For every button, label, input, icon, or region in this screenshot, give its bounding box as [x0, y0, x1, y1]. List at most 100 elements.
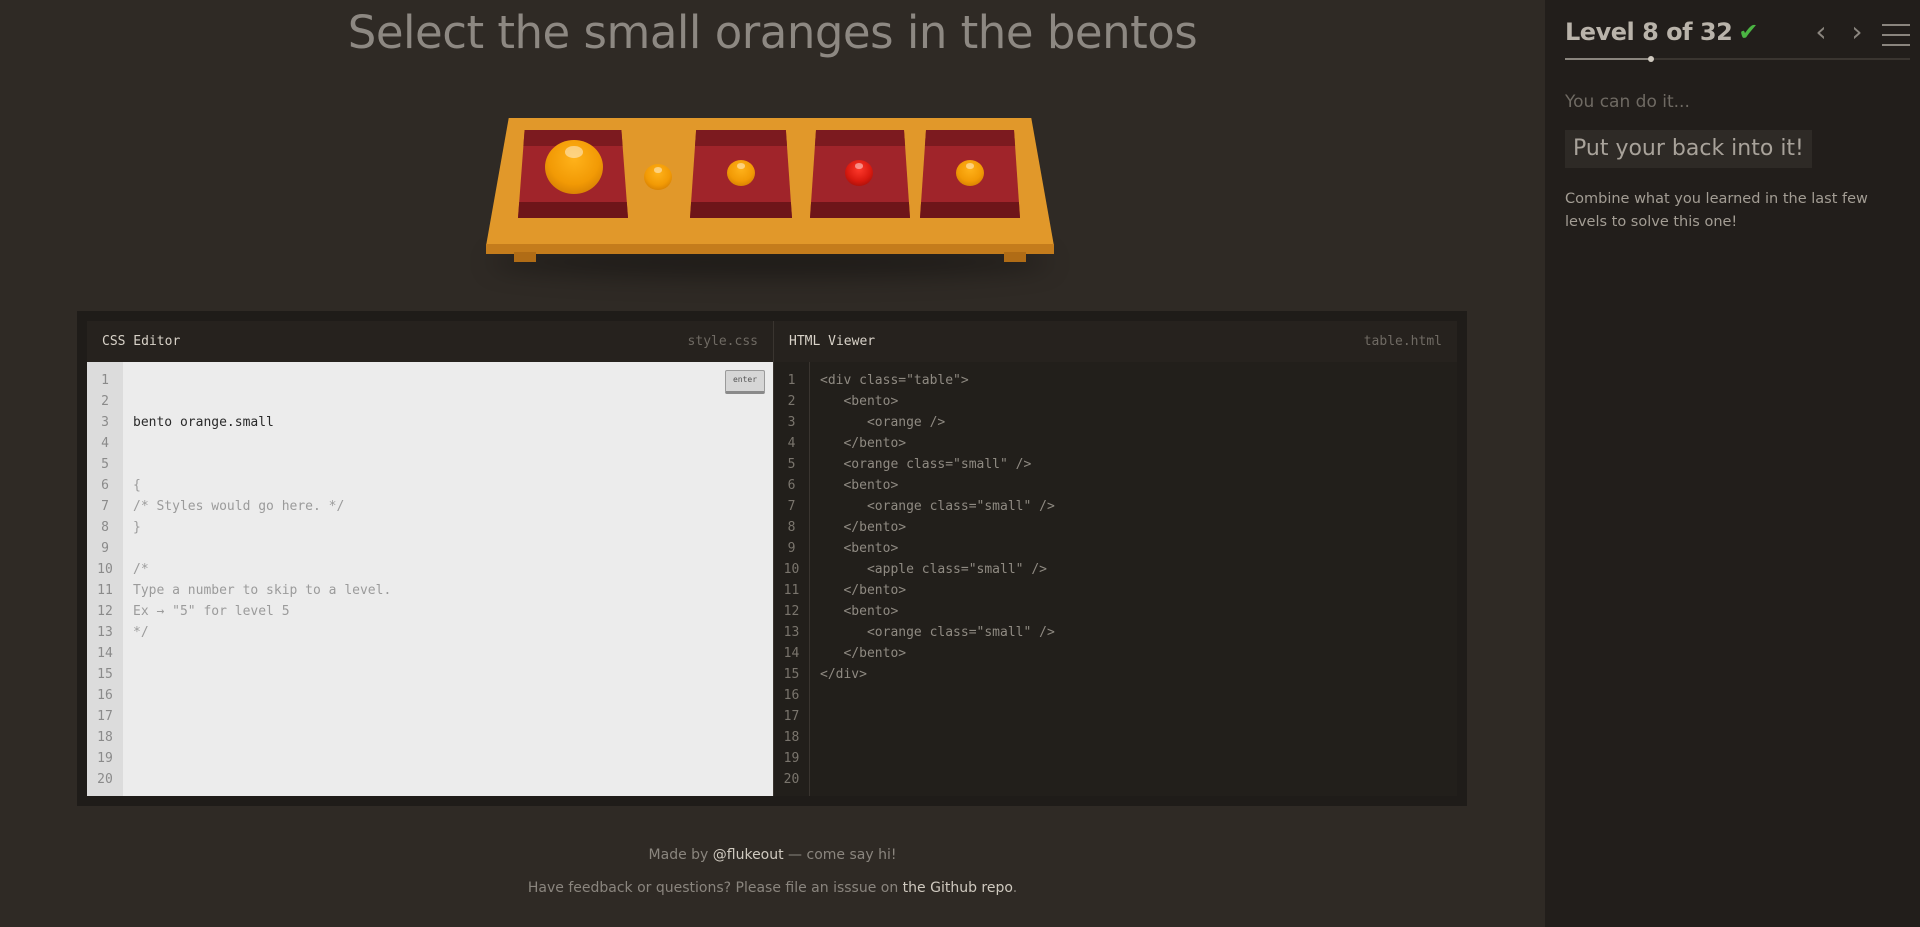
css-editor: CSS Editor style.css 1 2 3 4 5 6 7 8 9 10 11 12 13 14…	[87, 321, 773, 796]
sidebar: Level 8 of 32 ✔ ‹ › You can do it... Put …	[1545, 0, 1920, 927]
html-code-line[interactable]: <bento>	[820, 601, 1457, 622]
line-number: 6	[787, 478, 796, 493]
hamburger-menu-icon[interactable]	[1882, 24, 1910, 46]
css-code-line: }	[133, 520, 141, 535]
line-number: 18	[783, 730, 800, 745]
line-number: 12	[783, 604, 800, 619]
html-code-line[interactable]: <bento>	[820, 538, 1457, 559]
line-number: 20	[783, 772, 800, 787]
html-viewer-title: HTML Viewer	[789, 334, 876, 349]
line-number: 13	[783, 625, 800, 640]
line-number: 7	[787, 499, 796, 514]
level-nav: ‹ ›	[1810, 18, 1910, 48]
feedback-line: Have feedback or questions? Please file …	[0, 872, 1545, 905]
line-number: 7	[101, 499, 109, 514]
table-leg	[514, 252, 536, 262]
css-code-line: Ex → "5" for level 5	[133, 604, 290, 619]
html-code-line[interactable]: <orange />	[820, 412, 1457, 433]
html-code-line[interactable]: <orange class="small" />	[820, 496, 1457, 517]
html-viewer-header: HTML Viewer table.html	[774, 321, 1457, 362]
html-code-line[interactable]: <orange class="small" />	[820, 622, 1457, 643]
small-orange-fruit	[644, 164, 672, 190]
line-number: 6	[101, 478, 109, 493]
line-number: 17	[97, 709, 113, 724]
small-orange-fruit	[727, 160, 755, 186]
html-code-line[interactable]: </bento>	[820, 580, 1457, 601]
fruit-shine	[565, 146, 583, 159]
html-code-line[interactable]: </bento>	[820, 433, 1457, 454]
table-edge	[486, 244, 1054, 254]
line-number: 9	[101, 541, 109, 556]
line-number: 2	[787, 394, 796, 409]
feedback-prefix: Have feedback or questions? Please file …	[527, 880, 903, 896]
line-number: 10	[97, 562, 113, 577]
line-number: 3	[787, 415, 796, 430]
chevron-right-icon[interactable]: ›	[1846, 18, 1868, 48]
level-instruction: Select the small oranges in the bentos	[347, 6, 1198, 59]
html-code-line[interactable]: <div class="table">	[820, 370, 1457, 391]
line-number: 11	[783, 583, 800, 598]
level-progress-bar	[1565, 56, 1910, 62]
css-code-line: {	[133, 478, 141, 493]
line-number: 10	[783, 562, 800, 577]
line-number: 18	[97, 730, 113, 745]
html-code-line[interactable]: <bento>	[820, 391, 1457, 412]
line-number: 13	[97, 625, 113, 640]
line-number: 14	[97, 646, 113, 661]
html-code-line[interactable]: </bento>	[820, 517, 1457, 538]
html-code-area: <div class="table"> <bento> <orange /> <…	[810, 362, 1457, 796]
hint-lead: You can do it...	[1565, 92, 1690, 112]
feedback-suffix: .	[1012, 880, 1018, 896]
footer: Made by @flukeout — come say hi! Have fe…	[0, 839, 1545, 905]
line-number: 15	[97, 667, 113, 682]
chevron-left-icon[interactable]: ‹	[1810, 18, 1832, 48]
fruit-shine	[965, 163, 975, 169]
line-number: 1	[787, 373, 796, 388]
line-number: 1	[101, 373, 109, 388]
credit-prefix: Made by	[648, 847, 713, 863]
css-code-area: { /* Styles would go here. */} /* Type a nu…	[123, 362, 773, 796]
html-code-line[interactable]: </div>	[820, 664, 1457, 685]
html-code-line[interactable]: <apple class="small" />	[820, 559, 1457, 580]
checkmark-icon: ✔	[1738, 18, 1759, 46]
css-code-line: /* Styles would go here. */	[133, 499, 345, 514]
bento-table	[470, 112, 1070, 277]
html-code-line[interactable]: <orange class="small" />	[820, 454, 1457, 475]
enter-button[interactable]: enter	[725, 370, 765, 394]
line-number: 11	[97, 583, 113, 598]
level-description: Combine what you learned in the last few…	[1565, 191, 1868, 230]
css-filename: style.css	[687, 334, 758, 349]
fruit-shine	[854, 163, 864, 169]
css-code-line: */	[133, 625, 149, 640]
line-number: 8	[101, 520, 109, 535]
line-number: 15	[783, 667, 800, 682]
line-number: 19	[783, 751, 800, 766]
html-code-line[interactable]: </bento>	[820, 643, 1457, 664]
line-number: 8	[787, 520, 796, 535]
line-number: 20	[97, 772, 113, 787]
small-orange-fruit	[956, 160, 984, 186]
css-selector-input[interactable]	[133, 412, 693, 433]
orange-fruit	[545, 140, 603, 194]
css-code-line: /*	[133, 562, 149, 577]
game-area: Select the small oranges in the bentos C…	[0, 0, 1545, 927]
line-number: 4	[101, 436, 109, 451]
line-number: 17	[783, 709, 800, 724]
fruit-shine	[736, 163, 746, 169]
progress-fill	[1565, 58, 1652, 60]
github-repo-link[interactable]: the Github repo	[903, 880, 1013, 896]
css-line-numbers: 1 2 3 4 5 6 7 8 9 10 11 12 13 14 15 16 17 18 19 20	[87, 362, 123, 796]
line-number: 5	[787, 457, 796, 472]
line-number: 19	[97, 751, 113, 766]
level-header: Level 8 of 32 ✔ ‹ ›	[1565, 18, 1910, 62]
line-number: 14	[783, 646, 800, 661]
css-code-line	[133, 538, 773, 559]
flukeout-link[interactable]: @flukeout	[713, 847, 784, 863]
hint-title: Put your back into it!	[1565, 130, 1812, 168]
html-code-line[interactable]: <bento>	[820, 475, 1457, 496]
css-editor-header: CSS Editor style.css	[87, 321, 773, 362]
html-line-numbers: 1 2 3 4 5 6 7 8 9 10 11 12 13 14 15 16 17 18 19 20	[774, 362, 810, 796]
credit-line: Made by @flukeout — come say hi!	[0, 839, 1545, 872]
fruit-shine	[653, 167, 663, 173]
css-code-line: Type a number to skip to a level.	[133, 583, 392, 598]
